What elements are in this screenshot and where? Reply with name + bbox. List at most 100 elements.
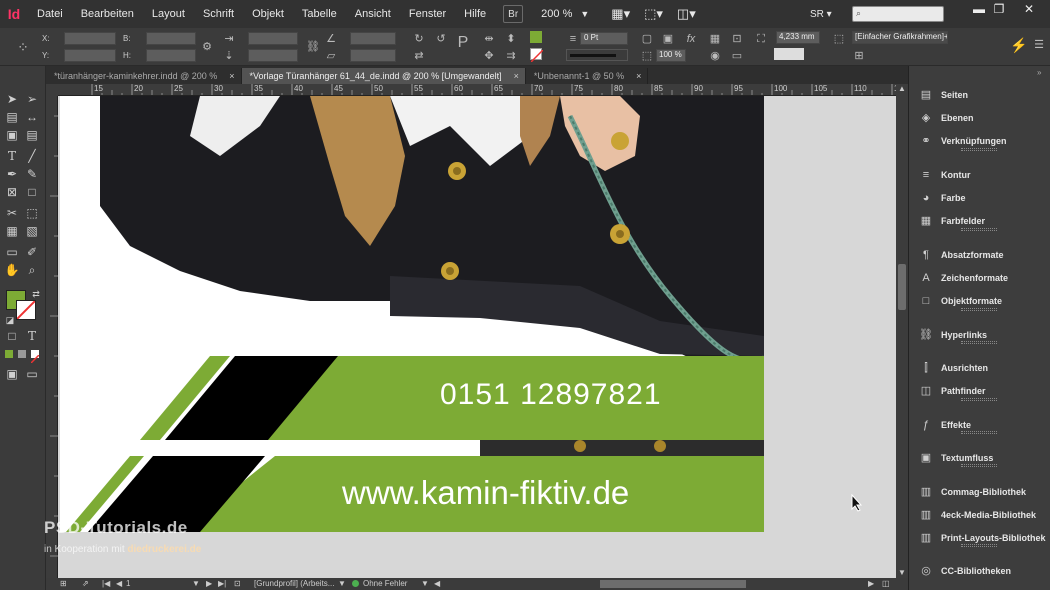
x-field[interactable] <box>64 32 116 45</box>
close-tab-icon[interactable]: × <box>636 71 641 81</box>
maximize-button[interactable]: ❐ <box>986 2 1012 16</box>
opacity-field[interactable]: 100 % <box>656 49 686 62</box>
content-placer-icon[interactable]: ▤ <box>24 127 40 143</box>
first-page-icon[interactable]: |◀ <box>102 579 110 588</box>
rectangle-tool-icon[interactable]: □ <box>24 184 40 200</box>
zoom-tool-icon[interactable]: ⌕ <box>24 262 40 278</box>
selection-tool-icon[interactable]: ➤ <box>4 91 20 107</box>
panel-group-grip[interactable] <box>961 341 997 344</box>
screen-mode-icon[interactable]: ▭ <box>24 366 40 382</box>
select-content-icon[interactable]: ✥ <box>482 49 496 63</box>
ruler-origin[interactable] <box>46 84 58 96</box>
phone-number-text[interactable]: 0151 12897821 <box>440 378 662 412</box>
view-options-icon[interactable]: ▦▾ <box>611 6 630 22</box>
rectangle-frame-tool-icon[interactable]: ⊠ <box>4 184 20 200</box>
menu-bearbeiten[interactable]: Bearbeiten <box>72 8 143 20</box>
chimney-sweep-photo[interactable] <box>60 96 764 532</box>
pen-tool-icon[interactable]: ✒ <box>4 166 20 182</box>
direct-selection-tool-icon[interactable]: ➢ <box>24 91 40 107</box>
scale-y-field[interactable] <box>248 49 298 62</box>
effects-icon[interactable]: ▣ <box>661 32 675 46</box>
formatting-container-icon[interactable]: □ <box>4 328 20 344</box>
panel-group-grip[interactable] <box>961 398 997 401</box>
scroll-thumb[interactable] <box>898 264 906 310</box>
lightning-icon[interactable]: ⚡ <box>1010 38 1027 52</box>
document-page[interactable]: 0151 12897821 www.kamin-fiktiv.de <box>60 96 764 532</box>
reference-point-icon[interactable]: ⁘ <box>16 40 30 54</box>
y-field[interactable] <box>64 49 116 62</box>
panel-zeichenformate[interactable]: A Zeichenformate <box>909 267 1050 289</box>
close-window-button[interactable]: ✕ <box>1016 2 1042 16</box>
fill-swatch[interactable] <box>530 31 542 43</box>
scroll-right-icon[interactable]: ▶ <box>868 579 874 588</box>
flip-horizontal-icon[interactable]: ⇹ <box>482 32 496 46</box>
clear-overrides-icon[interactable]: ⊞ <box>852 49 866 63</box>
panel-kontur[interactable]: ≡ Kontur <box>909 164 1050 186</box>
rotation-field[interactable] <box>350 32 396 45</box>
panel-group-grip[interactable] <box>961 464 997 467</box>
formatting-text-icon[interactable]: T <box>24 328 40 344</box>
pencil-tool-icon[interactable]: ✎ <box>24 166 40 182</box>
horizontal-scroll-thumb[interactable] <box>600 580 746 588</box>
preflight-dropdown-icon[interactable]: ▼ <box>421 579 429 588</box>
tab-unbenannt-1[interactable]: *Unbenannt-1 @ 50 % × <box>526 68 649 84</box>
previous-page-icon[interactable]: ◀ <box>116 579 122 588</box>
vertical-scrollbar[interactable]: ▲ ▼ <box>896 84 908 578</box>
close-tab-icon[interactable]: × <box>229 71 234 81</box>
page-tool-icon[interactable]: ▤ <box>4 109 20 125</box>
hand-tool-icon[interactable]: ✋ <box>4 262 20 278</box>
menu-fenster[interactable]: Fenster <box>400 8 455 20</box>
stroke-weight-field[interactable]: 0 Pt <box>580 32 628 45</box>
flip-icon[interactable]: ⇄ <box>412 49 426 63</box>
menu-layout[interactable]: Layout <box>143 8 194 20</box>
scroll-left-icon[interactable]: ◀ <box>434 579 440 588</box>
panel-absatzformate[interactable]: ¶ Absatzformate <box>909 244 1050 266</box>
screen-mode-icon[interactable]: ⬚▾ <box>644 6 663 22</box>
collapse-panels-icon[interactable]: » <box>1037 68 1041 77</box>
search-input[interactable]: ⌕ <box>852 6 944 22</box>
panel-commag-bibliothek[interactable]: ▥ Commag-Bibliothek <box>909 481 1050 503</box>
free-transform-tool-icon[interactable]: ⬚ <box>24 205 40 221</box>
menu-objekt[interactable]: Objekt <box>243 8 293 20</box>
corner-options-icon[interactable]: ⛶ <box>754 32 768 46</box>
bridge-button[interactable]: Br <box>503 5 524 23</box>
fit-content-icon[interactable]: ⊡ <box>730 32 744 46</box>
panel-ebenen[interactable]: ◈ Ebenen <box>909 107 1050 129</box>
panel-group-grip[interactable] <box>961 431 997 434</box>
gradient-swatch-tool-icon[interactable]: ▦ <box>4 223 20 239</box>
normal-view-icon[interactable]: ▣ <box>4 366 20 382</box>
note-tool-icon[interactable]: ▭ <box>4 244 20 260</box>
menu-ansicht[interactable]: Ansicht <box>346 8 400 20</box>
tab-tueranhaenger-kaminkehrer[interactable]: *türanhänger-kaminkehrer.indd @ 200 % × <box>46 68 242 84</box>
swap-colors-icon[interactable]: ⇄ <box>28 286 44 302</box>
rotate-cw-icon[interactable]: ↻ <box>412 32 426 46</box>
stroke-color-swatch[interactable] <box>16 300 36 320</box>
stroke-swatch[interactable] <box>530 48 544 63</box>
close-tab-icon[interactable]: × <box>514 71 519 81</box>
menu-hilfe[interactable]: Hilfe <box>455 8 495 20</box>
website-text[interactable]: www.kamin-fiktiv.de <box>342 474 629 512</box>
shear-field[interactable] <box>350 49 396 62</box>
zoom-level[interactable]: 200 % <box>541 8 572 20</box>
rotate-ccw-icon[interactable]: ↺ <box>434 32 448 46</box>
select-next-icon[interactable]: ⇉ <box>504 49 518 63</box>
apply-none-icon[interactable] <box>30 350 40 364</box>
fill-frame-icon[interactable]: ▭ <box>730 49 744 63</box>
pasteboard[interactable]: 0151 12897821 www.kamin-fiktiv.de <box>58 96 896 578</box>
dimension-field[interactable]: 4,233 mm <box>776 31 820 44</box>
page-number-field[interactable]: 1 <box>126 579 130 588</box>
panel-farbe[interactable]: ◕ Farbe <box>909 187 1050 209</box>
page-dropdown-icon[interactable]: ▼ <box>192 579 200 588</box>
preflight-status[interactable]: Ohne Fehler <box>363 579 407 588</box>
object-style-dropdown[interactable]: [Einfacher Grafikrahmen]+ <box>852 31 948 44</box>
open-page-icon[interactable]: ⊡ <box>234 579 241 588</box>
apply-gradient-icon[interactable] <box>18 350 26 358</box>
workspace-switcher[interactable]: SR ▾ <box>810 9 832 20</box>
height-field[interactable] <box>146 49 196 62</box>
apply-color-icon[interactable] <box>5 350 13 358</box>
next-page-icon[interactable]: ▶ <box>206 579 212 588</box>
scroll-down-icon[interactable]: ▼ <box>898 568 906 577</box>
panel-4eck-media-bibliothek[interactable]: ▥ 4eck-Media-Bibliothek <box>909 504 1050 526</box>
type-tool-icon[interactable]: T <box>4 148 20 164</box>
scroll-up-icon[interactable]: ▲ <box>898 84 906 93</box>
